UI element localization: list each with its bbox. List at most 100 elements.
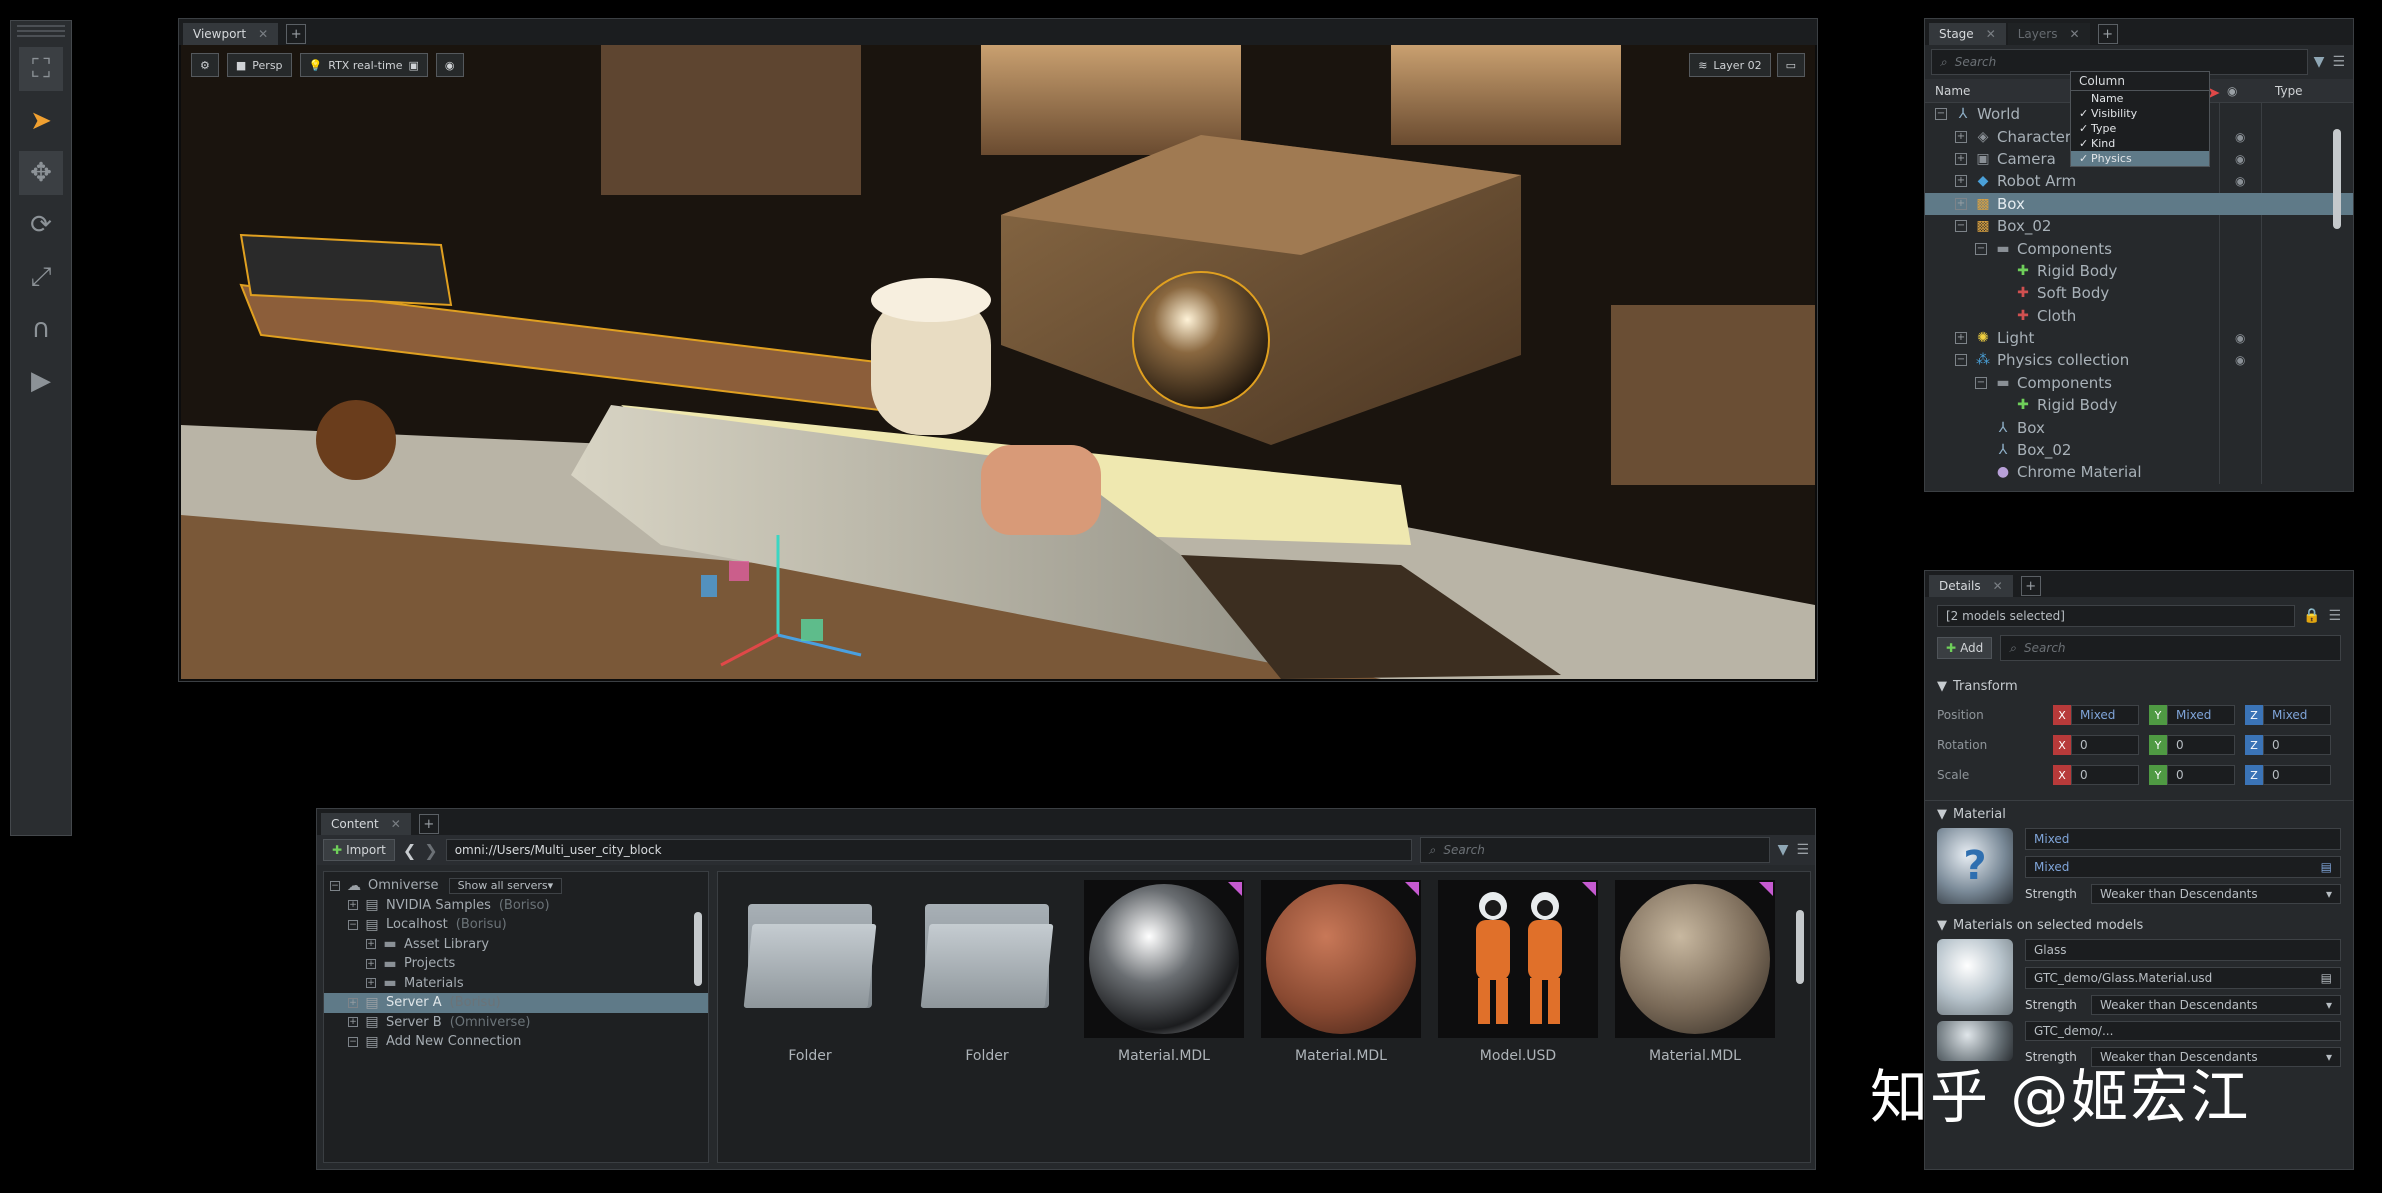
glass-material-thumbnail[interactable] <box>1937 939 2013 1015</box>
column-option-visibility[interactable]: ✓ Visibility <box>2071 106 2209 121</box>
expand-icon[interactable]: + <box>1955 332 1967 345</box>
material-section-header[interactable]: ▼ Material <box>1925 800 2353 828</box>
rotation-y-field[interactable]: 0 <box>2167 735 2235 755</box>
add-tab-icon[interactable]: + <box>418 814 439 834</box>
material-name-field[interactable]: Mixed <box>2025 828 2341 850</box>
menu-icon[interactable]: ☰ <box>2332 54 2345 70</box>
stage-scrollbar[interactable] <box>2333 129 2341 229</box>
maximize-button[interactable]: ▭ <box>1776 53 1805 77</box>
expand-icon[interactable]: + <box>348 900 358 911</box>
position-x-field[interactable]: Mixed <box>2071 705 2139 725</box>
stage-tree-row[interactable]: ✚ Rigid Body <box>1925 394 2353 416</box>
scale-x-field[interactable]: 0 <box>2071 765 2139 785</box>
collapse-icon[interactable]: − <box>1975 376 1987 389</box>
stage-tree-row[interactable]: + ▩ Box <box>1925 192 2353 215</box>
forward-arrow-icon[interactable]: ❯ <box>424 841 437 860</box>
asset-tile-chrome[interactable]: Material.MDL <box>1084 880 1244 1064</box>
add-tab-icon[interactable]: + <box>2097 24 2118 44</box>
scale-z-field[interactable]: 0 <box>2263 765 2331 785</box>
column-option-type[interactable]: ✓ Type <box>2071 121 2209 136</box>
close-icon[interactable]: ✕ <box>2069 27 2079 41</box>
column-option-physics[interactable]: ✓ Physics <box>2071 151 2209 166</box>
tree-scrollbar[interactable] <box>694 912 702 986</box>
snap-magnet-icon[interactable]: ∩ <box>19 307 63 351</box>
stage-tree-row[interactable]: ✚ Soft Body <box>1925 282 2353 304</box>
asset-tile-clay[interactable]: Material.MDL <box>1261 880 1421 1064</box>
stage-tree-row[interactable]: ✚ Rigid Body <box>1925 260 2353 282</box>
expand-icon[interactable]: + <box>1955 175 1967 188</box>
expand-icon[interactable]: + <box>1955 152 1967 165</box>
server-tree-row[interactable]: + ▤ NVIDIA Samples (Boriso) <box>324 896 708 916</box>
toolbar-grip[interactable] <box>17 25 65 39</box>
close-icon[interactable]: ✕ <box>1993 579 2003 593</box>
server-filter-dropdown[interactable]: Show all servers ▾ <box>448 877 563 894</box>
server-tree-row[interactable]: + ▬ Projects <box>324 954 708 974</box>
eye-icon[interactable]: ◉ <box>2235 130 2245 144</box>
eye-icon[interactable]: ◉ <box>2235 152 2245 166</box>
position-z-field[interactable]: Mixed <box>2263 705 2331 725</box>
strength-dropdown[interactable]: Weaker than Descendants ▾ <box>2091 884 2341 904</box>
3d-scene-render[interactable]: ⚙ ■ Persp 💡 RTX real-time ▣ ◉ ≋ Layer 02… <box>181 45 1815 679</box>
layer-dropdown[interactable]: ≋ Layer 02 <box>1689 53 1771 77</box>
selection-name-field[interactable]: [2 models selected] <box>1937 605 2295 627</box>
tab-viewport[interactable]: Viewport ✕ <box>183 23 279 45</box>
collapse-icon[interactable]: − <box>1975 242 1987 255</box>
material-path-field[interactable]: Mixed ▤ <box>2025 856 2341 878</box>
menu-icon[interactable]: ☰ <box>1796 842 1809 858</box>
select-arrow-icon[interactable]: ➤ <box>19 99 63 143</box>
expand-icon[interactable]: + <box>348 997 358 1008</box>
filter-icon[interactable]: ▼ <box>1778 842 1789 858</box>
asset-tile-folder[interactable]: Folder <box>730 880 890 1064</box>
tab-stage[interactable]: Stage ✕ <box>1929 23 2006 45</box>
server-tree-row[interactable]: − ▤ Localhost (Borisu) <box>324 915 708 935</box>
server-tree-row[interactable]: + ▬ Materials <box>324 974 708 994</box>
path-input[interactable]: omni://Users/Multi_user_city_block <box>445 839 1412 861</box>
column-option-name[interactable]: Name <box>2071 91 2209 106</box>
materials-on-selected-header[interactable]: ▼ Materials on selected models <box>1925 912 2353 939</box>
expand-icon[interactable]: + <box>1955 197 1967 210</box>
server-tree-row[interactable]: − ☁ Omniverse Show all servers ▾ <box>324 876 708 896</box>
glass-path-field[interactable]: GTC_demo/Glass.Material.usd ▤ <box>2025 967 2341 989</box>
expand-icon[interactable]: + <box>348 1017 358 1028</box>
play-icon[interactable]: ▶ <box>19 359 63 403</box>
stage-tree-row[interactable]: ⅄ Box <box>1925 416 2353 438</box>
tab-details[interactable]: Details ✕ <box>1929 575 2013 597</box>
eye-icon[interactable]: ◉ <box>2235 174 2245 188</box>
stage-tree-row[interactable]: − ▩ Box_02 <box>1925 215 2353 237</box>
stage-tree-row[interactable]: + ✺ Light ◉ <box>1925 327 2353 349</box>
back-arrow-icon[interactable]: ❮ <box>403 841 416 860</box>
collapse-icon[interactable]: − <box>1955 354 1967 367</box>
add-tab-icon[interactable]: + <box>286 24 307 44</box>
expand-icon[interactable]: + <box>366 978 376 989</box>
material-preview-thumbnail[interactable]: ? <box>1937 828 2013 904</box>
column-option-kind[interactable]: ✓ Kind <box>2071 136 2209 151</box>
server-tree-row[interactable]: + ▬ Asset Library <box>324 935 708 955</box>
close-icon[interactable]: ✕ <box>1986 27 1996 41</box>
collapse-icon[interactable]: − <box>348 919 358 930</box>
tab-layers[interactable]: Layers ✕ <box>2007 23 2090 45</box>
asset-tile-stone[interactable]: Material.MDL <box>1615 880 1775 1064</box>
details-search-input[interactable]: ⌕ Search <box>2000 635 2341 661</box>
visibility-toggle[interactable]: ◉ <box>435 53 464 77</box>
asset-tile-astronaut[interactable]: Model.USD <box>1438 880 1598 1064</box>
expand-icon[interactable]: + <box>366 939 376 950</box>
stage-tree-row[interactable]: − ▬ Components <box>1925 372 2353 394</box>
add-component-button[interactable]: ✚ Add <box>1937 637 1993 659</box>
scale-y-field[interactable]: 0 <box>2167 765 2235 785</box>
server-tree-row[interactable]: + ▤ Server A (Borisu) <box>324 993 708 1013</box>
stage-tree-row[interactable]: ⅄ Box_02 <box>1925 439 2353 461</box>
folder-icon[interactable]: ▤ <box>2321 971 2332 985</box>
server-tree-row[interactable]: − ▤ Add New Connection <box>324 1032 708 1052</box>
add-tab-icon[interactable]: + <box>2020 576 2041 596</box>
menu-icon[interactable]: ☰ <box>2328 608 2341 624</box>
collapse-icon[interactable]: − <box>1955 220 1967 233</box>
filter-icon[interactable]: ▼ <box>2314 54 2325 70</box>
column-type-header[interactable]: Type <box>2275 84 2303 98</box>
column-name-header[interactable]: Name <box>1935 84 1970 98</box>
expand-icon[interactable]: + <box>366 958 376 969</box>
second-path-field[interactable]: GTC_demo/... <box>2025 1021 2341 1041</box>
rotation-z-field[interactable]: 0 <box>2263 735 2331 755</box>
position-y-field[interactable]: Mixed <box>2167 705 2235 725</box>
frame-selection-icon[interactable]: ⛶ <box>19 47 63 91</box>
close-icon[interactable]: ✕ <box>258 27 268 41</box>
